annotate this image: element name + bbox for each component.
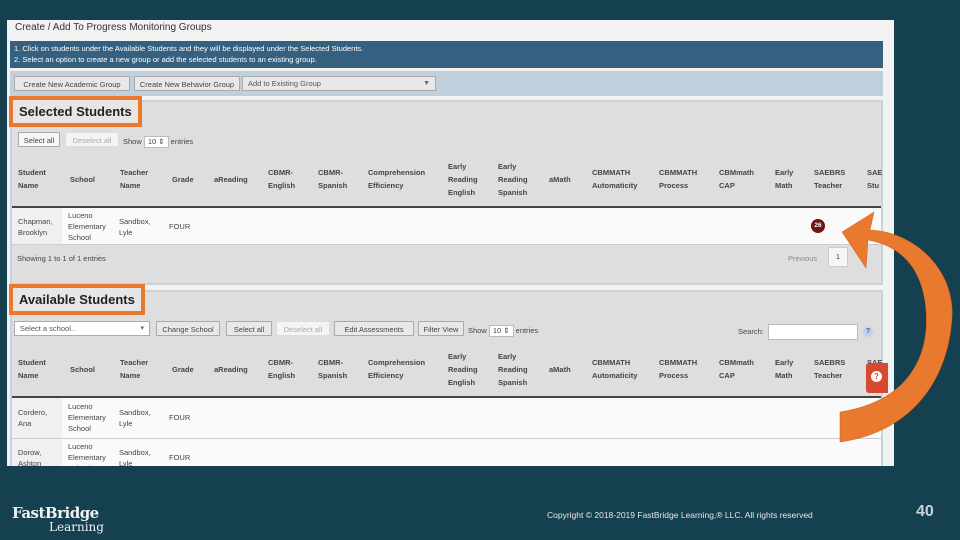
curved-arrow-annotation bbox=[839, 211, 953, 443]
curved-arrow-icon bbox=[839, 211, 953, 443]
slide-number: 40 bbox=[916, 503, 934, 520]
copyright-text: Copyright © 2018-2019 FastBridge Learnin… bbox=[547, 510, 813, 520]
fastbridge-logo: FastBridge Learning bbox=[12, 504, 104, 534]
logo-line-1: FastBridge bbox=[12, 504, 99, 522]
logo-line-2: Learning bbox=[49, 520, 104, 534]
